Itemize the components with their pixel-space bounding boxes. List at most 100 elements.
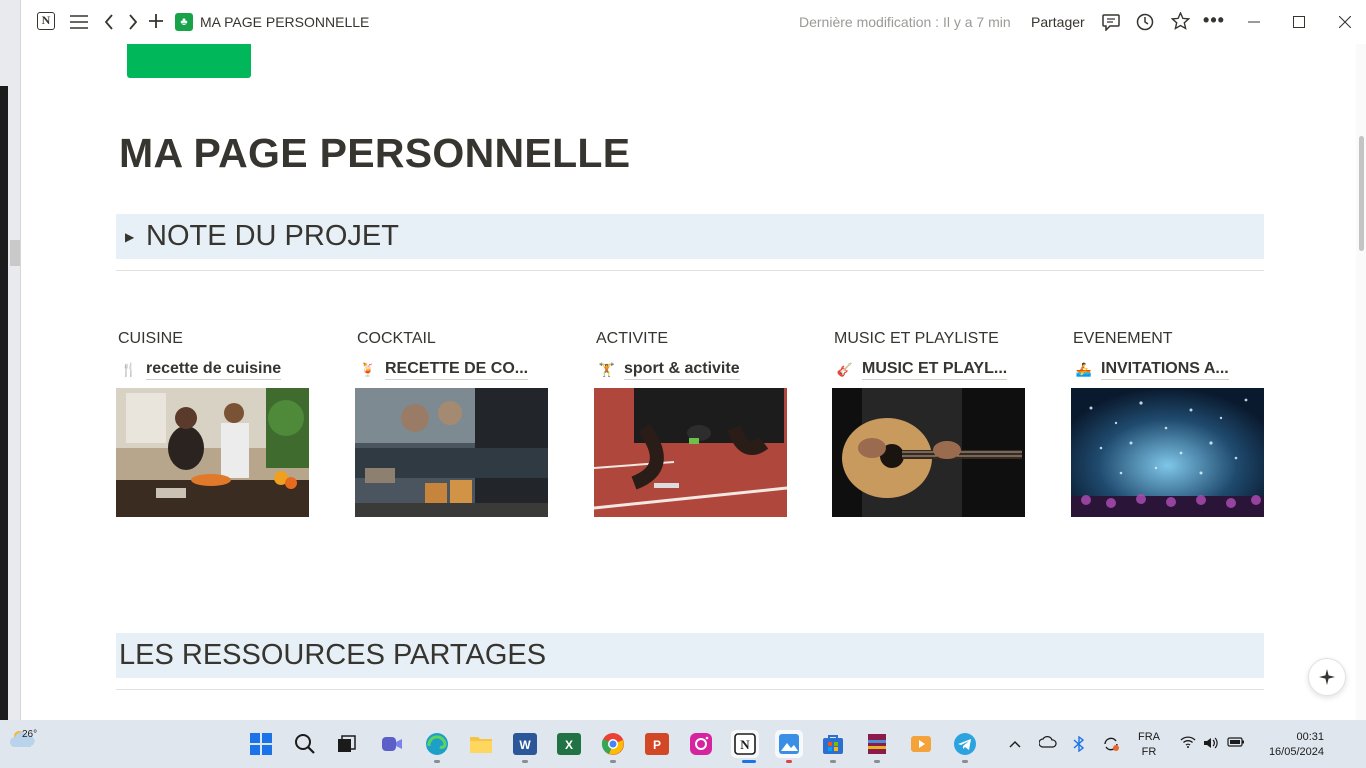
show-hidden-icons-chevron-icon[interactable] <box>1009 736 1021 751</box>
page-link-music[interactable]: 🎸 MUSIC ET PLAYL... <box>832 359 1026 381</box>
running-indicator <box>830 760 836 763</box>
background-dark-strip <box>0 86 8 720</box>
column-evenement: EVENEMENT 🚣 INVITATIONS A... <box>1071 330 1265 517</box>
notion-taskbar-icon[interactable]: N <box>731 730 759 758</box>
section-heading-text: LES RESSOURCES PARTAGES <box>119 639 547 671</box>
edge-browser-icon[interactable] <box>423 730 451 758</box>
history-clock-icon[interactable] <box>1133 10 1157 34</box>
ms-store-icon[interactable] <box>819 730 847 758</box>
active-indicator <box>742 760 756 763</box>
fork-knife-icon: 🍴 <box>120 362 138 377</box>
telegram-icon[interactable] <box>951 730 979 758</box>
powerpoint-icon[interactable]: P <box>643 730 671 758</box>
search-icon[interactable] <box>291 730 319 758</box>
column-label: ACTIVITE <box>596 330 669 347</box>
page-link-text[interactable]: recette de cuisine <box>146 360 282 380</box>
winrar-icon[interactable] <box>863 730 891 758</box>
back-arrow-icon[interactable] <box>97 10 121 34</box>
windows-taskbar <box>0 720 1366 768</box>
favorite-star-icon[interactable] <box>1168 9 1192 33</box>
breadcrumb-page-name[interactable]: MA PAGE PERSONNELLE <box>200 14 369 30</box>
scrollbar-thumb[interactable] <box>1359 136 1364 251</box>
comment-icon[interactable] <box>1099 10 1123 34</box>
page-link-text[interactable]: RECETTE DE CO... <box>385 360 529 380</box>
battery-icon[interactable] <box>1227 736 1245 751</box>
divider-line <box>116 270 1264 271</box>
teams-meet-icon[interactable] <box>378 730 406 758</box>
page-link-cuisine[interactable]: 🍴 recette de cuisine <box>116 359 310 381</box>
wifi-icon[interactable] <box>1180 736 1196 751</box>
running-indicator <box>522 760 528 763</box>
evenement-image <box>1071 388 1264 517</box>
page-link-evenement[interactable]: 🚣 INVITATIONS A... <box>1071 359 1265 381</box>
page-link-activite[interactable]: 🏋 sport & activite <box>594 359 788 381</box>
background-grey-block <box>10 240 20 266</box>
column-cocktail: COCKTAIL 🍹 RECETTE DE CO... <box>355 330 549 517</box>
running-indicator <box>962 760 968 763</box>
sidebar-menu-icon[interactable] <box>67 10 91 34</box>
chrome-icon[interactable] <box>599 730 627 758</box>
svg-text:W: W <box>519 738 531 752</box>
column-label: EVENEMENT <box>1073 330 1173 347</box>
cocktail-icon: 🍹 <box>359 362 377 377</box>
divider-line <box>116 689 1264 690</box>
running-indicator <box>610 760 616 763</box>
last-modified-text: Dernière modification : Il y a 7 min <box>799 14 1011 30</box>
system-clock[interactable]: 00:31 16/05/2024 <box>1262 730 1324 760</box>
start-menu-icon[interactable] <box>247 730 275 758</box>
sync-icon[interactable] <box>1102 736 1120 755</box>
svg-text:P: P <box>653 738 661 752</box>
music-image <box>832 388 1025 517</box>
notion-logo-icon[interactable]: N <box>37 12 55 30</box>
more-options-icon[interactable]: ••• <box>1202 8 1226 32</box>
share-button[interactable]: Partager <box>1031 14 1085 30</box>
column-cuisine: CUISINE 🍴 recette de cuisine <box>116 330 310 517</box>
maximize-window-icon[interactable] <box>1287 10 1311 34</box>
close-window-icon[interactable] <box>1333 10 1357 34</box>
forward-arrow-icon[interactable] <box>121 10 145 34</box>
column-label: MUSIC ET PLAYLISTE <box>834 330 999 347</box>
running-indicator <box>434 760 440 763</box>
heading-ressources-partages[interactable]: LES RESSOURCES PARTAGES <box>116 633 1264 678</box>
cuisine-image <box>116 388 309 517</box>
input-language-indicator[interactable]: FRA FR <box>1138 730 1160 760</box>
instagram-icon[interactable] <box>687 730 715 758</box>
svg-text:X: X <box>565 738 573 752</box>
ai-sparkle-button[interactable] <box>1308 658 1346 696</box>
task-view-icon[interactable] <box>333 730 361 758</box>
background-window-edge <box>0 0 20 720</box>
column-label: COCKTAIL <box>357 330 436 347</box>
page-link-text[interactable]: INVITATIONS A... <box>1101 360 1229 380</box>
rowing-icon: 🚣 <box>1075 362 1093 377</box>
excel-icon[interactable]: X <box>555 730 583 758</box>
activite-image <box>594 388 787 517</box>
clock-time: 00:31 <box>1296 731 1324 743</box>
weather-temperature: 26° <box>22 729 38 740</box>
weightlifter-icon: 🏋 <box>598 362 616 377</box>
page-title[interactable]: MA PAGE PERSONNELLE <box>119 130 630 177</box>
onedrive-cloud-icon[interactable] <box>1038 736 1057 751</box>
page-link-text[interactable]: MUSIC ET PLAYL... <box>862 360 1008 380</box>
language-code: FRA <box>1138 731 1160 743</box>
page-tree-icon: ♣ <box>175 13 193 31</box>
word-icon[interactable]: W <box>511 730 539 758</box>
toggle-heading-text: NOTE DU PROJET <box>146 220 399 252</box>
toggle-heading-note-du-projet[interactable]: ▶ NOTE DU PROJET <box>116 214 1264 259</box>
active-indicator <box>786 760 792 763</box>
new-tab-plus-icon[interactable] <box>144 9 168 33</box>
volume-icon[interactable] <box>1203 736 1219 753</box>
running-indicator <box>874 760 880 763</box>
minimize-window-icon[interactable] <box>1242 10 1266 34</box>
media-player-icon[interactable] <box>907 730 935 758</box>
svg-text:N: N <box>740 737 750 752</box>
bluetooth-icon[interactable] <box>1073 735 1085 755</box>
vertical-scrollbar[interactable] <box>1356 44 1366 720</box>
toggle-triangle-icon[interactable]: ▶ <box>125 230 141 244</box>
keyboard-layout: FR <box>1141 746 1157 758</box>
page-link-text[interactable]: sport & activite <box>624 360 740 380</box>
photos-icon[interactable] <box>775 730 803 758</box>
page-cover-block <box>127 44 251 78</box>
page-link-cocktail[interactable]: 🍹 RECETTE DE CO... <box>355 359 549 381</box>
clock-date: 16/05/2024 <box>1268 746 1324 758</box>
file-explorer-icon[interactable] <box>467 730 495 758</box>
